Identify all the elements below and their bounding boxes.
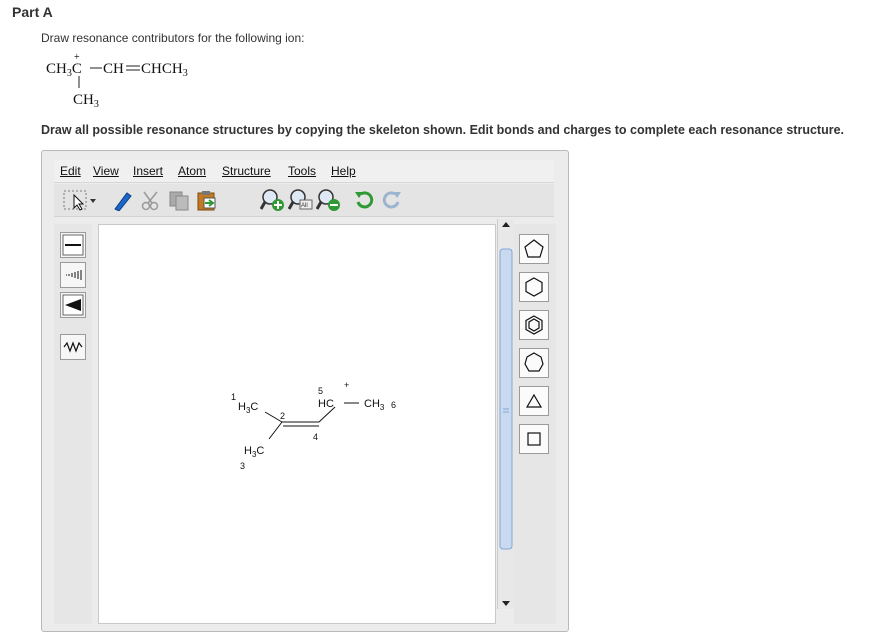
- molecule-skeleton: H3C H3C HC CH3 + 1 2 3 4 5 6: [231, 380, 396, 471]
- cyclopentane-icon[interactable]: [519, 234, 549, 264]
- atom-number-4: 4: [313, 432, 318, 442]
- menu-atom[interactable]: Atom: [178, 164, 206, 178]
- zoom-all-icon[interactable]: All: [288, 188, 314, 212]
- cyclopropane-icon[interactable]: [519, 386, 549, 416]
- zoom-in-icon[interactable]: [260, 188, 286, 212]
- atom-1-label[interactable]: H3C: [238, 401, 258, 415]
- menu-structure[interactable]: Structure: [222, 164, 271, 178]
- wavy-bond-icon[interactable]: [60, 334, 86, 360]
- wedge-bond-icon[interactable]: [60, 292, 86, 318]
- structure-editor: Edit View Insert Atom Structure Tools He…: [41, 150, 569, 632]
- svg-text:All: All: [301, 203, 308, 209]
- cyclobutane-icon[interactable]: [519, 424, 549, 454]
- drawing-canvas[interactable]: H3C H3C HC CH3 + 1 2 3 4 5 6: [98, 224, 496, 624]
- svg-text:CH3: CH3: [73, 92, 99, 110]
- formula-charge: +: [74, 52, 80, 63]
- menu-insert[interactable]: Insert: [133, 164, 163, 178]
- svg-text:CHCH3: CHCH3: [141, 61, 188, 79]
- benzene-icon[interactable]: [519, 310, 549, 340]
- prompt-text: Draw resonance contributors for the foll…: [41, 31, 305, 45]
- paste-icon[interactable]: [194, 188, 220, 212]
- part-title: Part A: [12, 4, 53, 20]
- scissors-icon[interactable]: [138, 188, 164, 212]
- toolbar: All: [54, 184, 554, 217]
- menu-help[interactable]: Help: [331, 164, 356, 178]
- eraser-icon[interactable]: [108, 188, 134, 212]
- undo-icon[interactable]: [352, 188, 378, 212]
- atom-3-label[interactable]: H3C: [244, 445, 264, 459]
- svg-text:CH: CH: [103, 61, 124, 77]
- bond-tools-panel: [54, 224, 92, 624]
- menu-tools[interactable]: Tools: [288, 164, 316, 178]
- atom-number-1: 1: [231, 392, 236, 402]
- vertical-scrollbar[interactable]: [497, 219, 514, 609]
- select-arrow-icon[interactable]: [60, 188, 100, 212]
- zoom-out-icon[interactable]: [316, 188, 342, 212]
- atom-number-5: 5: [318, 386, 323, 396]
- copy-icon[interactable]: [166, 188, 192, 212]
- atom-number-3: 3: [240, 461, 245, 471]
- ring-templates-panel: [514, 224, 556, 624]
- menu-view[interactable]: View: [93, 164, 119, 178]
- svg-text:CH3C: CH3C: [46, 61, 82, 79]
- ion-formula: CH3C + CH CHCH3 CH3: [46, 52, 188, 110]
- cyclohexane-icon[interactable]: [519, 272, 549, 302]
- cycloheptane-icon[interactable]: [519, 348, 549, 378]
- hashed-bond-icon[interactable]: [60, 262, 86, 288]
- atom-5-label[interactable]: HC: [318, 398, 334, 410]
- charge-label: +: [344, 380, 349, 390]
- atom-number-2: 2: [280, 411, 285, 421]
- menu-bar: Edit View Insert Atom Structure Tools He…: [54, 160, 554, 183]
- menu-edit[interactable]: Edit: [60, 164, 81, 178]
- single-bond-icon[interactable]: [60, 232, 86, 258]
- atom-6-label[interactable]: CH3: [364, 398, 385, 412]
- atom-number-6: 6: [391, 400, 396, 410]
- instruction-text: Draw all possible resonance structures b…: [41, 123, 844, 137]
- redo-icon[interactable]: [378, 188, 404, 212]
